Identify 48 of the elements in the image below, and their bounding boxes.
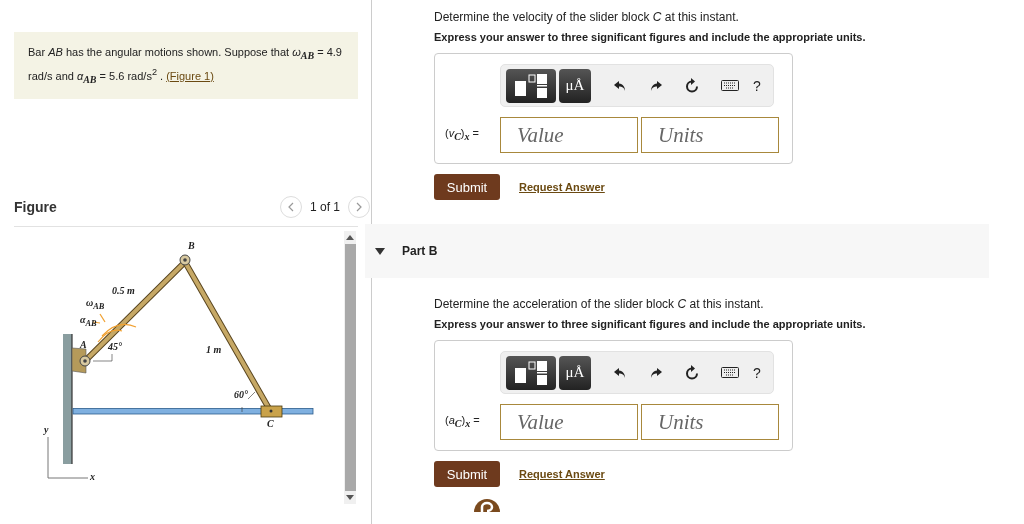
- request-answer-link[interactable]: Request Answer: [519, 468, 605, 480]
- figure-link[interactable]: (Figure 1): [166, 69, 214, 82]
- instruction-text: Express your answer to three significant figures and include the appropriate units.: [434, 31, 866, 43]
- undo-icon[interactable]: [613, 365, 627, 380]
- instruction-text: Express your answer to three significant figures and include the appropriate units.: [434, 318, 866, 330]
- figure-label: x: [90, 472, 95, 483]
- keyboard-icon[interactable]: [721, 80, 739, 91]
- figure-label: C: [267, 419, 274, 430]
- help-button[interactable]: ?: [753, 77, 761, 94]
- chevron-left-icon[interactable]: [287, 202, 294, 213]
- figure-label: A: [80, 340, 87, 351]
- figure-label: 1 m: [206, 345, 222, 356]
- scroll-down-icon[interactable]: [346, 495, 354, 501]
- reset-icon[interactable]: [685, 78, 699, 93]
- reset-icon[interactable]: [685, 365, 699, 380]
- help-button[interactable]: ?: [753, 364, 761, 381]
- units-field[interactable]: Units: [641, 404, 779, 440]
- templates-button[interactable]: [506, 355, 556, 390]
- part-header[interactable]: Part B: [365, 224, 989, 278]
- submit-button[interactable]: Submit: [434, 174, 500, 200]
- templates-button[interactable]: [506, 68, 556, 103]
- value-field[interactable]: Value: [500, 117, 638, 153]
- logo-icon: [474, 498, 500, 512]
- figure-label: 0.5 m: [112, 286, 135, 297]
- units-field[interactable]: Units: [641, 117, 779, 153]
- figure-label: α$_{AB}$: [80, 315, 97, 329]
- undo-icon[interactable]: [613, 78, 627, 93]
- request-answer-link[interactable]: Request Answer: [519, 181, 605, 193]
- submit-button[interactable]: Submit: [434, 461, 500, 487]
- units-button[interactable]: μÅ: [559, 68, 591, 103]
- caret-icon[interactable]: [375, 247, 385, 255]
- redo-icon[interactable]: [649, 365, 663, 380]
- figure-label: 60°: [234, 390, 248, 401]
- units-button[interactable]: μÅ: [559, 355, 591, 390]
- redo-icon[interactable]: [649, 78, 663, 93]
- keyboard-icon[interactable]: [721, 367, 739, 378]
- figure-label: B: [188, 241, 195, 252]
- question-text: Determine the velocity of the slider block C at this instant.: [434, 9, 740, 25]
- figure-title: Figure: [14, 199, 57, 216]
- question-text: Determine the acceleration of the slider block C at this instant.: [434, 296, 765, 312]
- scrollbar[interactable]: [344, 231, 356, 505]
- figure-label: y: [44, 425, 49, 436]
- value-field[interactable]: Value: [500, 404, 638, 440]
- figure-label: ω$_{AB}$: [86, 298, 105, 312]
- page-counter: 1 of 1: [309, 200, 340, 215]
- chevron-right-icon[interactable]: [356, 202, 362, 213]
- scroll-up-icon[interactable]: [346, 235, 354, 241]
- figure-label: 45°: [108, 342, 122, 353]
